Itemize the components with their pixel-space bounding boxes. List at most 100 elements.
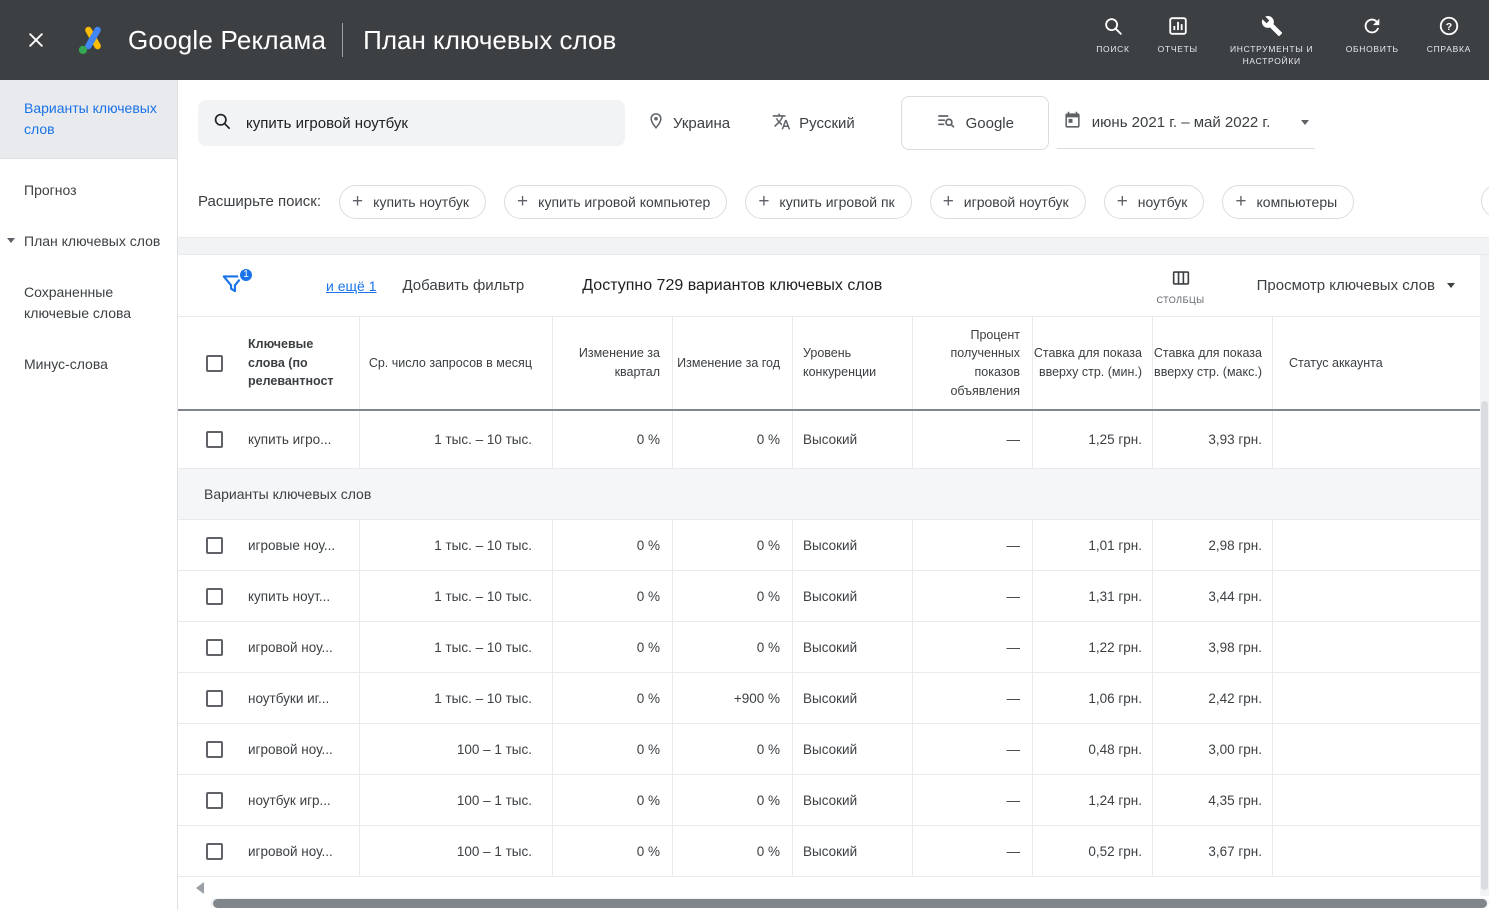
volume-cell: 100 – 1 тыс.	[360, 724, 553, 774]
sidebar-item[interactable]: Минус-слова	[0, 339, 177, 390]
header-quarter-change[interactable]: Изменение за квартал	[553, 317, 673, 409]
impression-share-cell: —	[913, 571, 1033, 621]
keyword-search-input[interactable]	[244, 114, 611, 133]
section-gap	[178, 237, 1489, 255]
header-volume[interactable]: Ср. число запросов в месяц	[360, 317, 553, 409]
view-selector[interactable]: Просмотр ключевых слов	[1257, 277, 1455, 294]
impression-share-cell: —	[913, 673, 1033, 723]
keyword-search-box[interactable]	[198, 100, 625, 146]
search-action-label: ПОИСК	[1096, 44, 1129, 56]
refresh-button[interactable]: ОБНОВИТЬ	[1346, 15, 1399, 56]
location-label: Украина	[673, 115, 730, 132]
row-checkbox[interactable]	[206, 537, 223, 554]
sidebar-item[interactable]: Сохраненные ключевые слова	[0, 267, 177, 339]
bid-low-cell: 1,31 грн.	[1033, 571, 1153, 621]
keyword-cell: игровой ноу...	[240, 622, 360, 672]
table-row: купить ноут... 1 тыс. – 10 тыс. 0 % 0 % …	[178, 571, 1480, 622]
sidebar-item[interactable]: Варианты ключевых слов	[0, 80, 177, 159]
close-icon[interactable]	[24, 28, 48, 52]
year-change-cell: 0 %	[673, 826, 793, 876]
sidebar-item[interactable]: Прогноз	[0, 165, 177, 216]
more-filters-link[interactable]: и ещё 1	[326, 278, 376, 294]
keyword-cell: купить ноут...	[240, 571, 360, 621]
vertical-scrollbar-thumb[interactable]	[1481, 401, 1488, 890]
row-checkbox[interactable]	[206, 690, 223, 707]
volume-cell: 1 тыс. – 10 тыс.	[360, 571, 553, 621]
topbar-divider	[342, 23, 343, 57]
impression-share-cell: —	[913, 622, 1033, 672]
row-checkbox[interactable]	[206, 588, 223, 605]
vertical-scrollbar[interactable]	[1480, 255, 1489, 896]
scroll-left-icon[interactable]	[196, 882, 204, 894]
brand-name: Google Реклама	[128, 25, 326, 56]
account-status-cell	[1273, 571, 1480, 621]
checkbox-cell	[178, 520, 240, 570]
row-checkbox[interactable]	[206, 741, 223, 758]
keyword-chip[interactable]: + компьютеры	[1222, 185, 1354, 219]
date-range-selector[interactable]: июнь 2021 г. – май 2022 г.	[1057, 97, 1315, 149]
row-checkbox[interactable]	[206, 431, 223, 448]
location-selector[interactable]: Украина	[647, 112, 730, 134]
table-row: игровой ноу... 100 – 1 тыс. 0 % 0 % Высо…	[178, 826, 1480, 877]
checkbox-cell	[178, 622, 240, 672]
horizontal-scrollbar-thumb[interactable]	[213, 899, 1487, 908]
header-impression-share[interactable]: Процент полученных показов объявления	[913, 317, 1033, 409]
keyword-chip[interactable]: + купить игровой пк	[745, 185, 911, 219]
main-content: Украина Русский Google июнь 2021 г. – ма…	[178, 80, 1489, 910]
volume-cell: 100 – 1 тыс.	[360, 775, 553, 825]
add-filter-button[interactable]: Добавить фильтр	[402, 277, 524, 294]
keyword-cell: ноутбук игр...	[240, 775, 360, 825]
keyword-cell: игровые ноу...	[240, 520, 360, 570]
page-title: План ключевых слов	[363, 25, 616, 56]
row-checkbox[interactable]	[206, 639, 223, 656]
header-bid-high[interactable]: Ставка для показа вверху стр. (макс.)	[1153, 317, 1273, 409]
keyword-chip[interactable]: + купить ноутбук	[339, 185, 486, 219]
keyword-chip[interactable]: + купить игровой компьютер	[504, 185, 727, 219]
table-header-row: Ключевые слова (по релевантност Ср. числ…	[178, 317, 1480, 411]
google-ads-logo	[74, 22, 112, 58]
keyword-chip[interactable]: + ноутбук	[1104, 185, 1205, 219]
keyword-chip[interactable]: + игровой ноутбук	[930, 185, 1086, 219]
svg-text:?: ?	[1446, 20, 1452, 32]
header-competition[interactable]: Уровень конкуренции	[793, 317, 913, 409]
row-checkbox[interactable]	[206, 843, 223, 860]
help-button[interactable]: ? СПРАВКА	[1427, 15, 1471, 56]
columns-button[interactable]: СТОЛБЦЫ	[1156, 267, 1204, 305]
topbar: Google Реклама План ключевых слов ПОИСК …	[0, 0, 1489, 80]
reports-icon	[1167, 15, 1189, 37]
quarter-change-cell: 0 %	[553, 673, 673, 723]
sidebar-item[interactable]: План ключевых слов	[0, 216, 177, 267]
checkbox-cell	[178, 571, 240, 621]
header-checkbox-cell	[178, 317, 240, 409]
account-status-cell	[1273, 520, 1480, 570]
columns-icon	[1170, 267, 1192, 292]
year-change-cell: 0 %	[673, 724, 793, 774]
header-keyword[interactable]: Ключевые слова (по релевантност	[240, 317, 360, 409]
horizontal-scrollbar-track[interactable]	[210, 898, 1489, 908]
reports-button[interactable]: ОТЧЕТЫ	[1158, 15, 1198, 56]
select-all-checkbox[interactable]	[206, 355, 223, 372]
seed-keyword-rows: купить игро... 1 тыс. – 10 тыс. 0 % 0 % …	[178, 411, 1480, 469]
bid-high-cell: 3,67 грн.	[1153, 826, 1273, 876]
network-selector[interactable]: Google	[901, 96, 1049, 150]
table-row: игровые ноу... 1 тыс. – 10 тыс. 0 % 0 % …	[178, 520, 1480, 571]
search-action-button[interactable]: ПОИСК	[1096, 15, 1129, 56]
filter-funnel-button[interactable]: 1	[220, 271, 252, 301]
header-bid-low[interactable]: Ставка для показа вверху стр. (мин.)	[1033, 317, 1153, 409]
year-change-cell: 0 %	[673, 411, 793, 468]
network-label: Google	[966, 115, 1014, 132]
bid-low-cell: 1,06 грн.	[1033, 673, 1153, 723]
checkbox-cell	[178, 826, 240, 876]
row-checkbox[interactable]	[206, 792, 223, 809]
header-account-status[interactable]: Статус аккаунта	[1273, 317, 1480, 409]
language-selector[interactable]: Русский	[772, 112, 855, 135]
chip-label: компьютеры	[1257, 194, 1338, 210]
bid-low-cell: 1,22 грн.	[1033, 622, 1153, 672]
keyword-chip-cutoff[interactable]	[1481, 184, 1489, 218]
header-year-change[interactable]: Изменение за год	[673, 317, 793, 409]
plus-icon: +	[1117, 192, 1128, 211]
date-range-label: июнь 2021 г. – май 2022 г.	[1092, 114, 1270, 131]
tools-settings-button[interactable]: ИНСТРУМЕНТЫ И НАСТРОЙКИ	[1226, 15, 1318, 68]
chip-label: купить игровой компьютер	[538, 194, 710, 210]
help-label: СПРАВКА	[1427, 44, 1471, 56]
